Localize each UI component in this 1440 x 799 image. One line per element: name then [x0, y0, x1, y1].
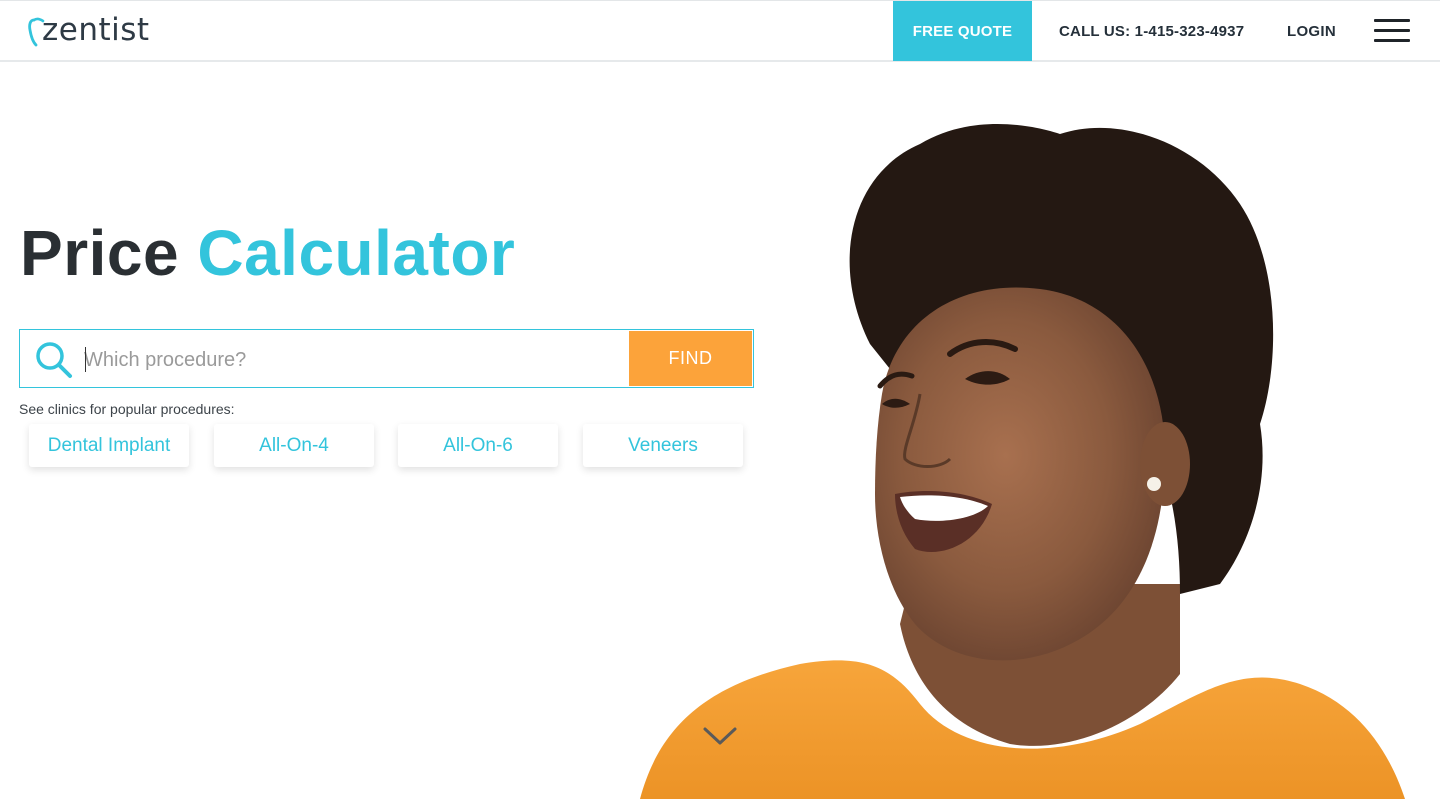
title-calculator: Calculator — [197, 217, 516, 289]
free-quote-button[interactable]: FREE QUOTE — [893, 1, 1032, 61]
popular-procedures-label: See clinics for popular procedures: — [19, 401, 235, 417]
logo-text: zentist — [42, 12, 150, 48]
text-cursor — [85, 347, 86, 372]
menu-bar — [1374, 39, 1410, 42]
find-button[interactable]: FIND — [629, 331, 752, 386]
procedure-chip-dental-implant[interactable]: Dental Implant — [29, 424, 189, 467]
call-us-link[interactable]: CALL US: 1-415-323-4937 — [1059, 1, 1244, 61]
procedure-search-input[interactable] — [84, 342, 624, 378]
procedure-chip-all-on-4[interactable]: All-On-4 — [214, 424, 374, 467]
procedure-search-box: FIND — [19, 329, 754, 388]
chevron-down-icon[interactable] — [702, 725, 738, 747]
procedure-chip-all-on-6[interactable]: All-On-6 — [398, 424, 558, 467]
login-link[interactable]: LOGIN — [1287, 1, 1336, 61]
zentist-logo[interactable]: zentist — [28, 11, 150, 51]
procedure-chip-veneers[interactable]: Veneers — [583, 424, 743, 467]
search-icon — [36, 342, 72, 378]
menu-bar — [1374, 19, 1410, 22]
menu-bar — [1374, 29, 1410, 32]
title-price: Price — [20, 217, 180, 289]
page-title: Price Calculator — [20, 216, 515, 290]
hamburger-menu-icon[interactable] — [1374, 19, 1411, 44]
hero-woman-image — [640, 124, 1405, 799]
top-navbar: zentist FREE QUOTE CALL US: 1-415-323-49… — [0, 0, 1440, 62]
